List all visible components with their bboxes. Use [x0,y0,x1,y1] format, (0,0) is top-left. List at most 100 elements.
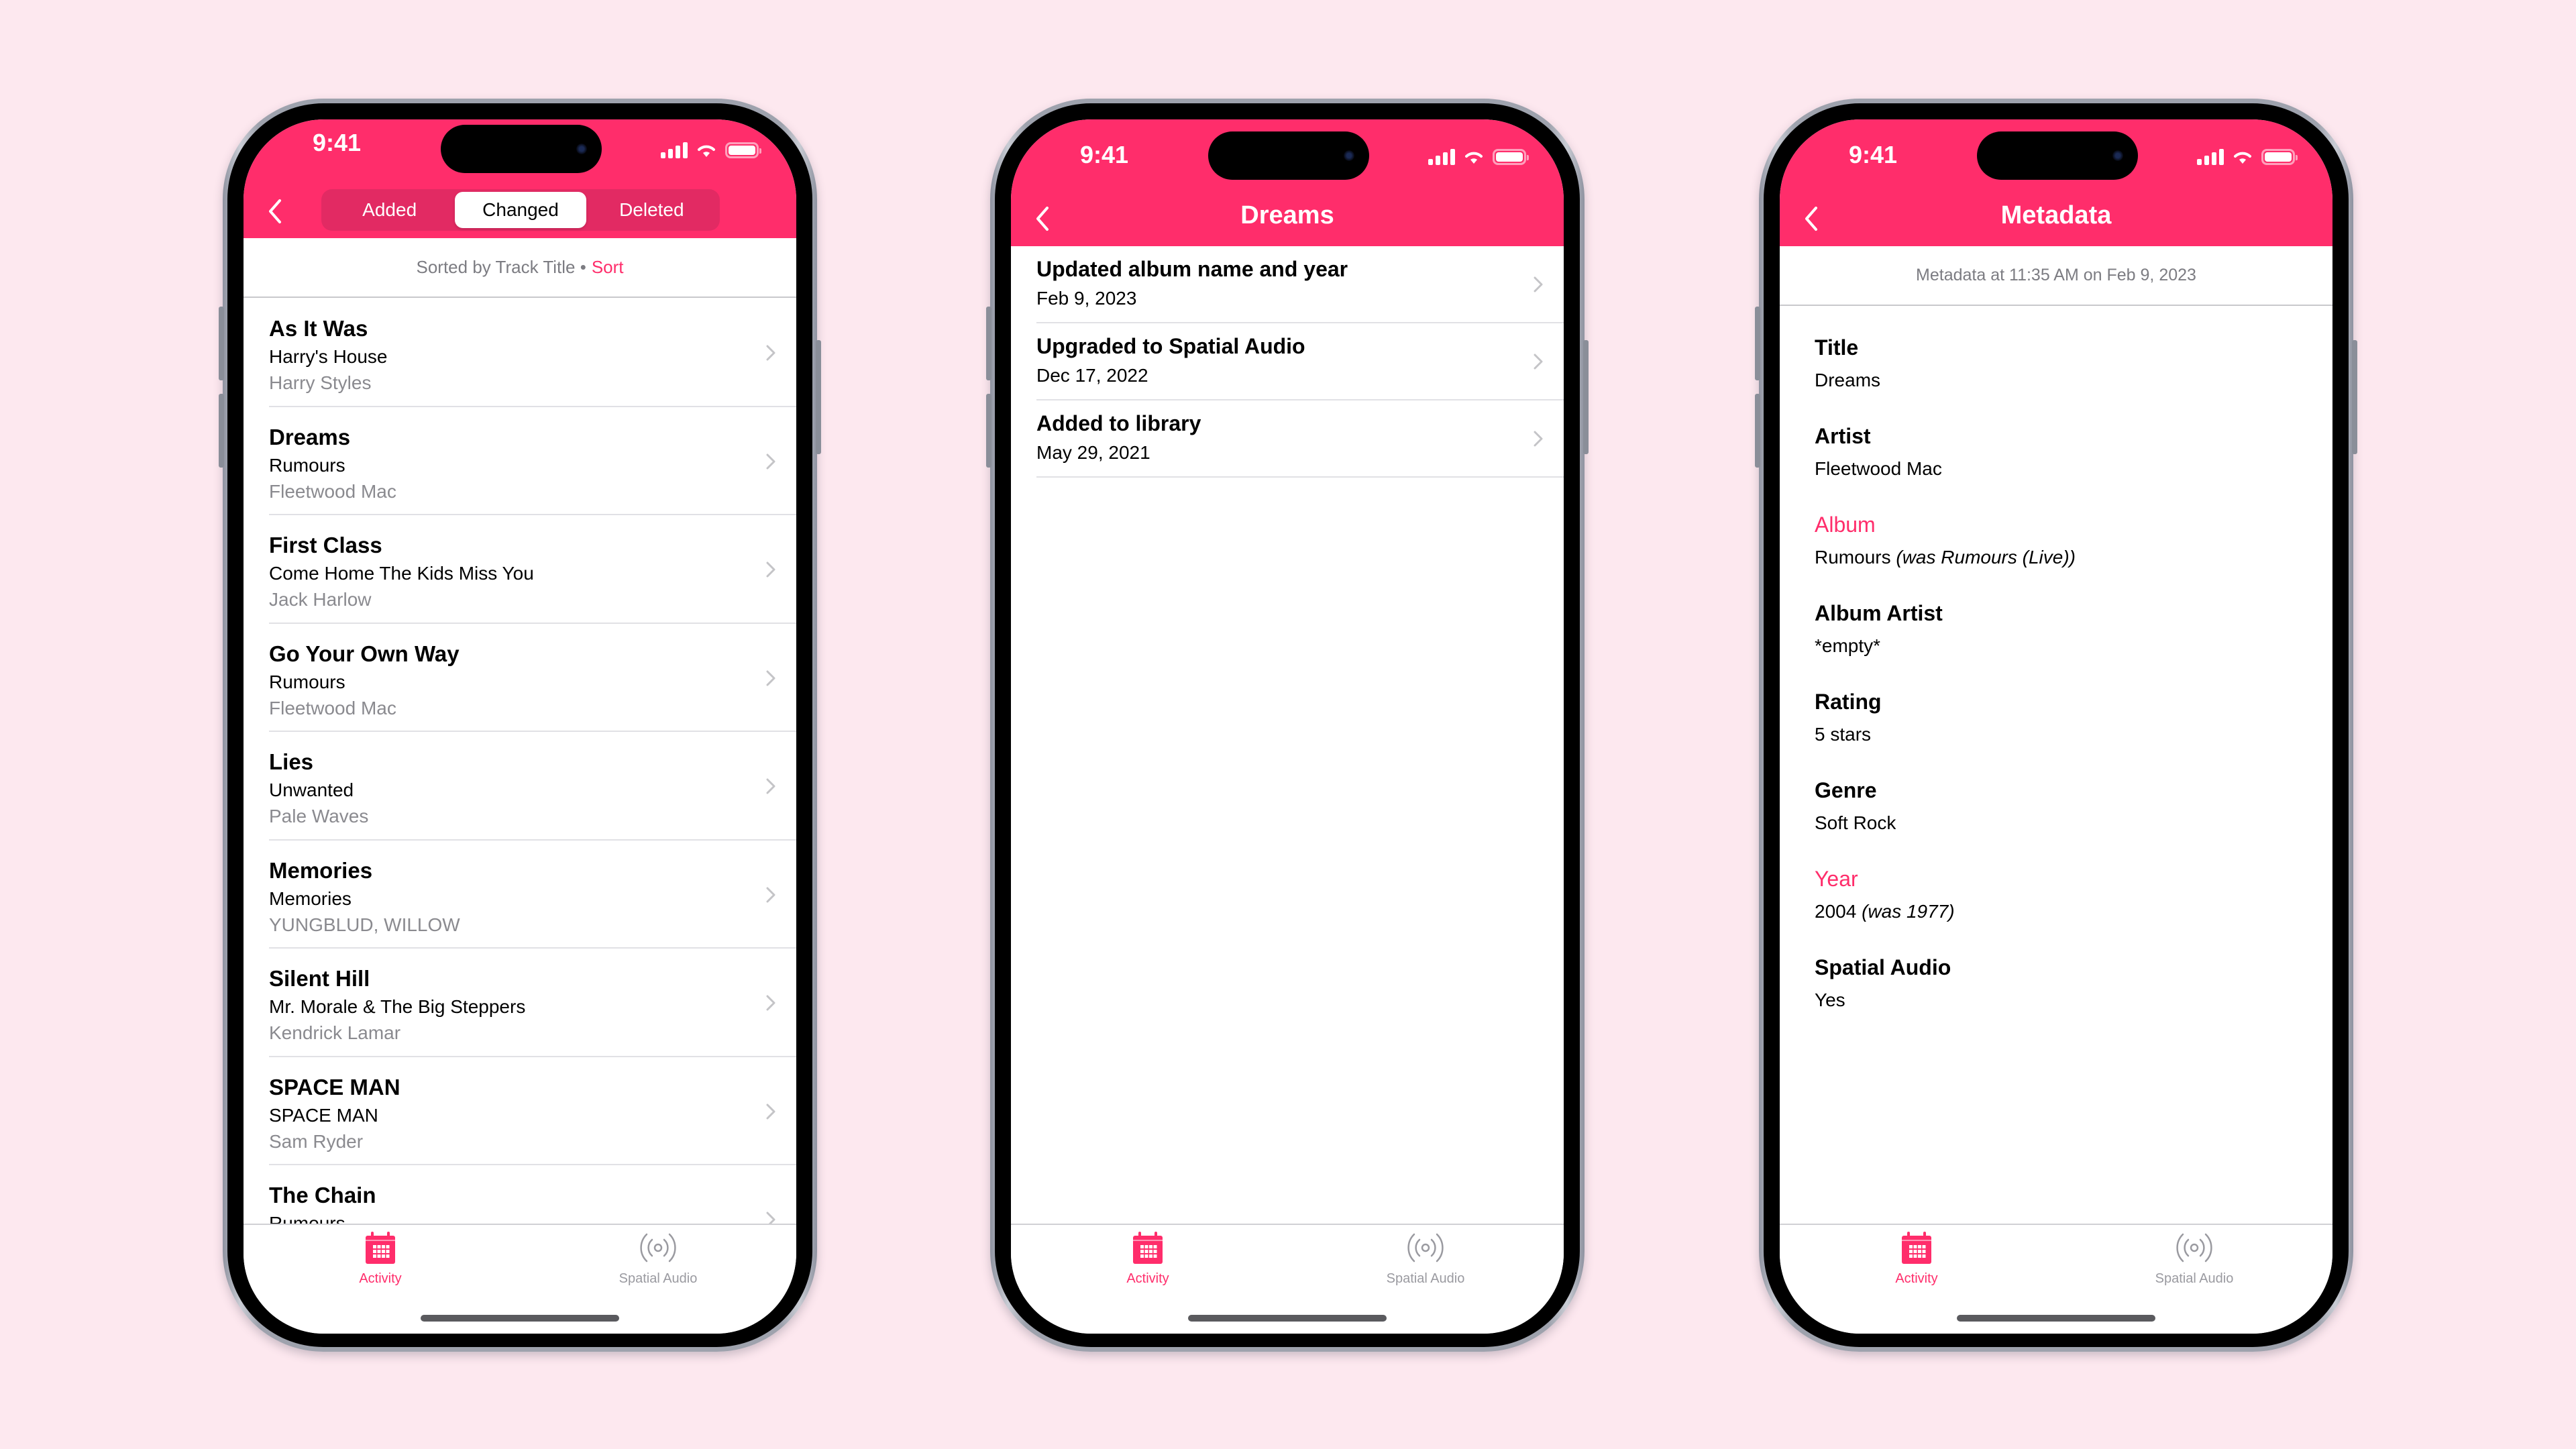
event-date: Dec 17, 2022 [1036,365,1148,386]
segment-changed[interactable]: Changed [455,192,586,228]
event-title: Updated album name and year [1036,257,1348,281]
track-artist: Fleetwood Mac [269,697,396,718]
bezel: 9:41 Added Changed Deleted Sorted by Tra… [227,103,812,1347]
track-artist: Kendrick Lamar [269,1022,401,1043]
track-list: As It Was Harry's House Harry Styles Dreams… [244,299,796,1274]
history-event-row[interactable]: Updated album name and year Feb 9, 2023 [1036,246,1564,323]
chevron-right-icon [766,995,775,1011]
track-artist: Sam Ryder [269,1130,364,1152]
track-album: Rumours [269,671,345,692]
track-row[interactable]: Silent Hill Mr. Morale & The Big Steppers… [269,949,796,1057]
field-label: Year [1815,867,1858,891]
status-time: 9:41 [1079,141,1129,168]
power-button [1583,340,1589,454]
current-value: 2004 [1815,901,1857,922]
metadata-field: Artist Fleetwood Mac [1815,424,1942,480]
metadata-field: Title Dreams [1815,335,1880,391]
track-row[interactable]: Memories Memories YUNGBLUD, WILLOW [269,841,796,949]
status-bar: 9:41 [244,119,796,193]
current-value: Rumours [1815,547,1891,568]
segmented-control: Added Changed Deleted [321,189,720,231]
track-title: The Chain [269,1183,376,1208]
segment-deleted[interactable]: Deleted [586,192,717,228]
field-label: Rating [1815,690,1882,714]
home-indicator[interactable] [1188,1315,1387,1322]
track-row[interactable]: Go Your Own Way Rumours Fleetwood Mac [269,624,796,732]
track-row[interactable]: Lies Unwanted Pale Waves [269,732,796,841]
cellular-signal-icon [2197,149,2224,165]
metadata-field: Album Rumours (was Rumours (Live)) [1815,513,2076,568]
dynamic-island [441,125,602,173]
history-event-row[interactable]: Upgraded to Spatial Audio Dec 17, 2022 [1036,323,1564,400]
wifi-icon [2234,152,2251,164]
track-title: Dreams [269,424,351,449]
tab-label: Spatial Audio [619,1271,698,1286]
tab-spatial-audio[interactable]: Spatial Audio [591,1232,725,1287]
power-button [2352,340,2357,454]
nav-header: 9:41 Dreams [1011,119,1564,246]
tab-spatial-audio[interactable]: Spatial Audio [2127,1232,2261,1287]
battery-icon [725,142,761,158]
home-indicator[interactable] [421,1315,619,1322]
status-bar: 9:41 [1011,119,1564,193]
chevron-right-icon [766,561,775,578]
track-row[interactable]: Dreams Rumours Fleetwood Mac [269,407,796,515]
segment-added[interactable]: Added [324,192,455,228]
chevron-right-icon [1534,354,1543,370]
tab-label: Spatial Audio [1386,1271,1465,1286]
sort-bar: Sorted by Track Title • Sort [244,238,796,298]
power-button [816,340,821,454]
sort-button[interactable]: Sort [592,257,624,278]
current-value: 5 stars [1815,724,1872,745]
tab-label: Activity [1895,1271,1938,1286]
track-row[interactable]: As It Was Harry's House Harry Styles [269,299,796,407]
track-artist: Harry Styles [269,372,372,393]
camera-icon [576,144,587,154]
track-title: Silent Hill [269,966,370,991]
field-value: Dreams [1815,370,1880,391]
cellular-signal-icon [661,142,688,158]
metadata-field: Spatial Audio Yes [1815,955,1951,1011]
event-title: Added to library [1036,411,1201,435]
chevron-right-icon [766,453,775,469]
chevron-right-icon [766,887,775,902]
track-album: Come Home The Kids Miss You [269,563,534,584]
track-album: Memories [269,888,352,909]
battery-icon [1493,149,1529,165]
tab-activity[interactable]: Activity [1849,1232,1984,1287]
field-label: Album [1815,513,1876,537]
field-value: 2004 (was 1977) [1815,901,1955,922]
track-row[interactable]: SPACE MAN SPACE MAN Sam Ryder [269,1057,796,1165]
tab-spatial-audio[interactable]: Spatial Audio [1358,1232,1493,1287]
tab-label: Activity [1126,1271,1169,1286]
calendar-icon [1133,1232,1163,1264]
track-album: Rumours [269,454,345,476]
chevron-right-icon [1534,431,1543,447]
page-title: Metadata [2000,201,2112,229]
metadata-field: Album Artist *empty* [1815,601,1943,657]
volume-down-button [1755,394,1760,468]
field-label: Artist [1815,424,1871,448]
field-value: *empty* [1815,635,1943,657]
nav-header: 9:41 Added Changed Deleted [244,119,796,238]
chevron-right-icon [766,778,775,794]
track-title: Memories [269,857,373,883]
volume-down-button [986,394,991,468]
tab-activity[interactable]: Activity [1081,1232,1215,1287]
track-album: Mr. Morale & The Big Steppers [269,996,526,1017]
home-indicator[interactable] [1957,1315,2155,1322]
track-artist: YUNGBLUD, WILLOW [269,914,460,935]
track-row[interactable]: First Class Come Home The Kids Miss You Ja… [269,515,796,624]
event-date: Feb 9, 2023 [1036,288,1137,309]
back-button[interactable] [258,191,292,231]
tab-activity[interactable]: Activity [313,1232,447,1287]
bezel: 9:41 Metadata Metadata at 11:35 AM on Fe… [1764,103,2349,1347]
track-title: First Class [269,533,382,557]
field-value: Fleetwood Mac [1815,458,1942,480]
history-event-row[interactable]: Added to library May 29, 2021 [1036,400,1564,478]
field-value: Soft Rock [1815,812,1896,834]
cellular-signal-icon [1428,149,1455,165]
status-bar: 9:41 [1780,119,2332,193]
track-album: Unwanted [269,780,354,800]
chevron-right-icon [766,1104,775,1119]
